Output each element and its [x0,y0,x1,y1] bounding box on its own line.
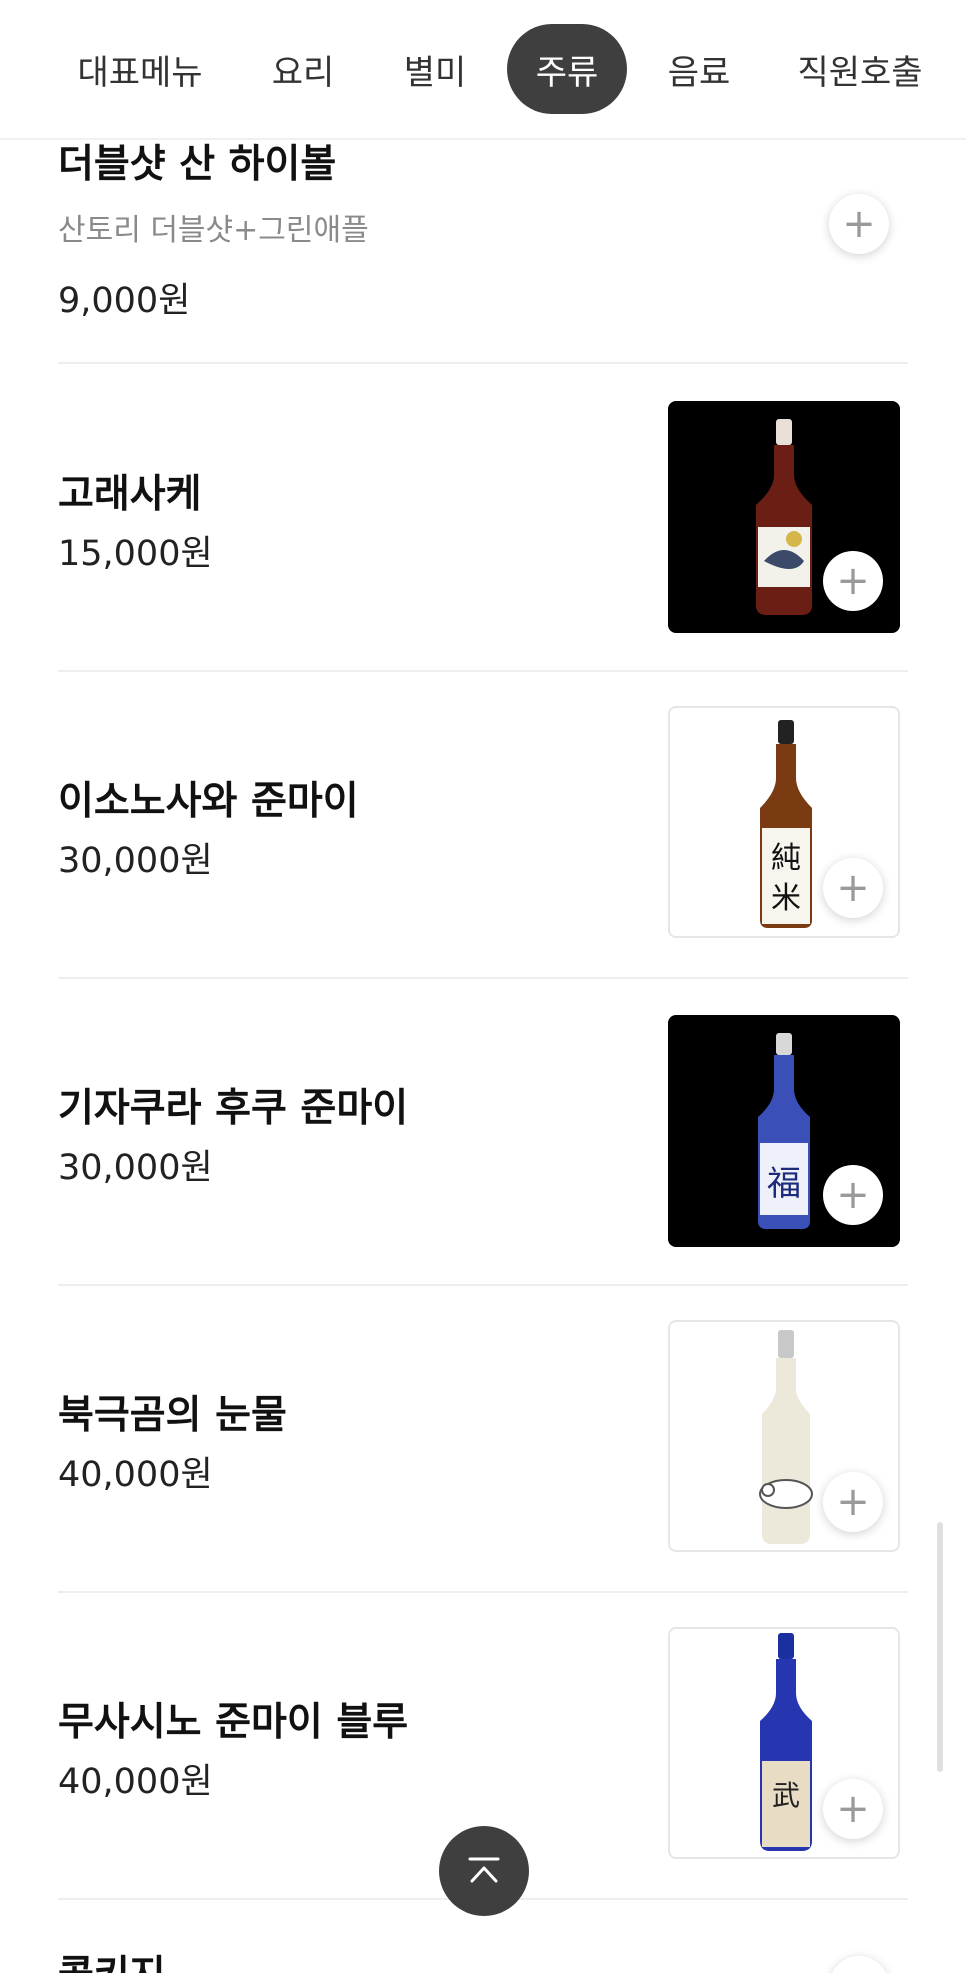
item-description: 산토리 더블샷+그린애플 [58,213,369,248]
tab-signature-menu[interactable]: 대표메뉴 [58,24,222,114]
menu-page: 대표메뉴 요리 별미 주류 음료 직원호출 더블샷 산 하이볼 산토리 더블샷+… [0,0,966,1973]
item-divider [58,362,908,364]
item-price: 30,000원 [58,1148,213,1188]
plus-icon: + [836,865,870,911]
svg-text:米: 米 [771,881,801,916]
item-name: 더블샷 산 하이볼 [58,142,337,187]
menu-item[interactable]: 기자쿠라 후쿠 준마이 30,000원 福 + [0,979,966,1285]
menu-item[interactable]: 북극곰의 눈물 40,000원 + [0,1286,966,1592]
add-button[interactable]: + [823,1472,883,1532]
plus-icon: + [842,1966,876,1973]
item-price: 9,000원 [58,281,191,321]
svg-text:武: 武 [772,1779,800,1812]
plus-icon: + [836,1479,870,1525]
item-price: 15,000원 [58,534,213,574]
add-button[interactable]: + [829,194,889,254]
add-button[interactable]: + [823,858,883,918]
add-button[interactable]: + [823,1779,883,1839]
svg-text:純: 純 [771,841,801,876]
plus-icon: + [836,1786,870,1832]
plus-icon: + [842,201,876,247]
svg-text:福: 福 [767,1164,801,1204]
tab-dishes[interactable]: 요리 [262,24,344,114]
add-button[interactable]: + [823,1165,883,1225]
menu-item[interactable]: 이소노사와 준마이 30,000원 純 米 + [0,672,966,978]
item-name: 북극곰의 눈물 [58,1393,287,1438]
tab-specialties[interactable]: 별미 [394,24,476,114]
scroll-to-top-button[interactable] [439,1826,529,1916]
item-price: 40,000원 [58,1455,213,1495]
tab-beverages[interactable]: 음료 [658,24,740,114]
add-button[interactable]: + [829,1956,889,1973]
add-button[interactable]: + [823,551,883,611]
scrollbar[interactable] [937,1522,943,1772]
item-name: 기자쿠라 후쿠 준마이 [58,1086,409,1131]
tab-alcohol[interactable]: 주류 [507,24,627,114]
item-price: 30,000원 [58,841,213,881]
plus-icon: + [836,558,870,604]
menu-item[interactable]: 고래사케 15,000원 + [0,365,966,671]
item-name: 콜키지 [58,1944,166,1973]
item-price: 40,000원 [58,1762,213,1802]
plus-icon: + [836,1172,870,1218]
tab-call-staff[interactable]: 직원호출 [790,24,930,114]
item-name: 무사시노 준마이 블루 [58,1700,409,1745]
item-name: 이소노사와 준마이 [58,779,359,824]
chevron-up-icon [468,1857,500,1883]
category-tabs: 대표메뉴 요리 별미 주류 음료 직원호출 [0,0,966,140]
item-name: 고래사케 [58,472,202,517]
